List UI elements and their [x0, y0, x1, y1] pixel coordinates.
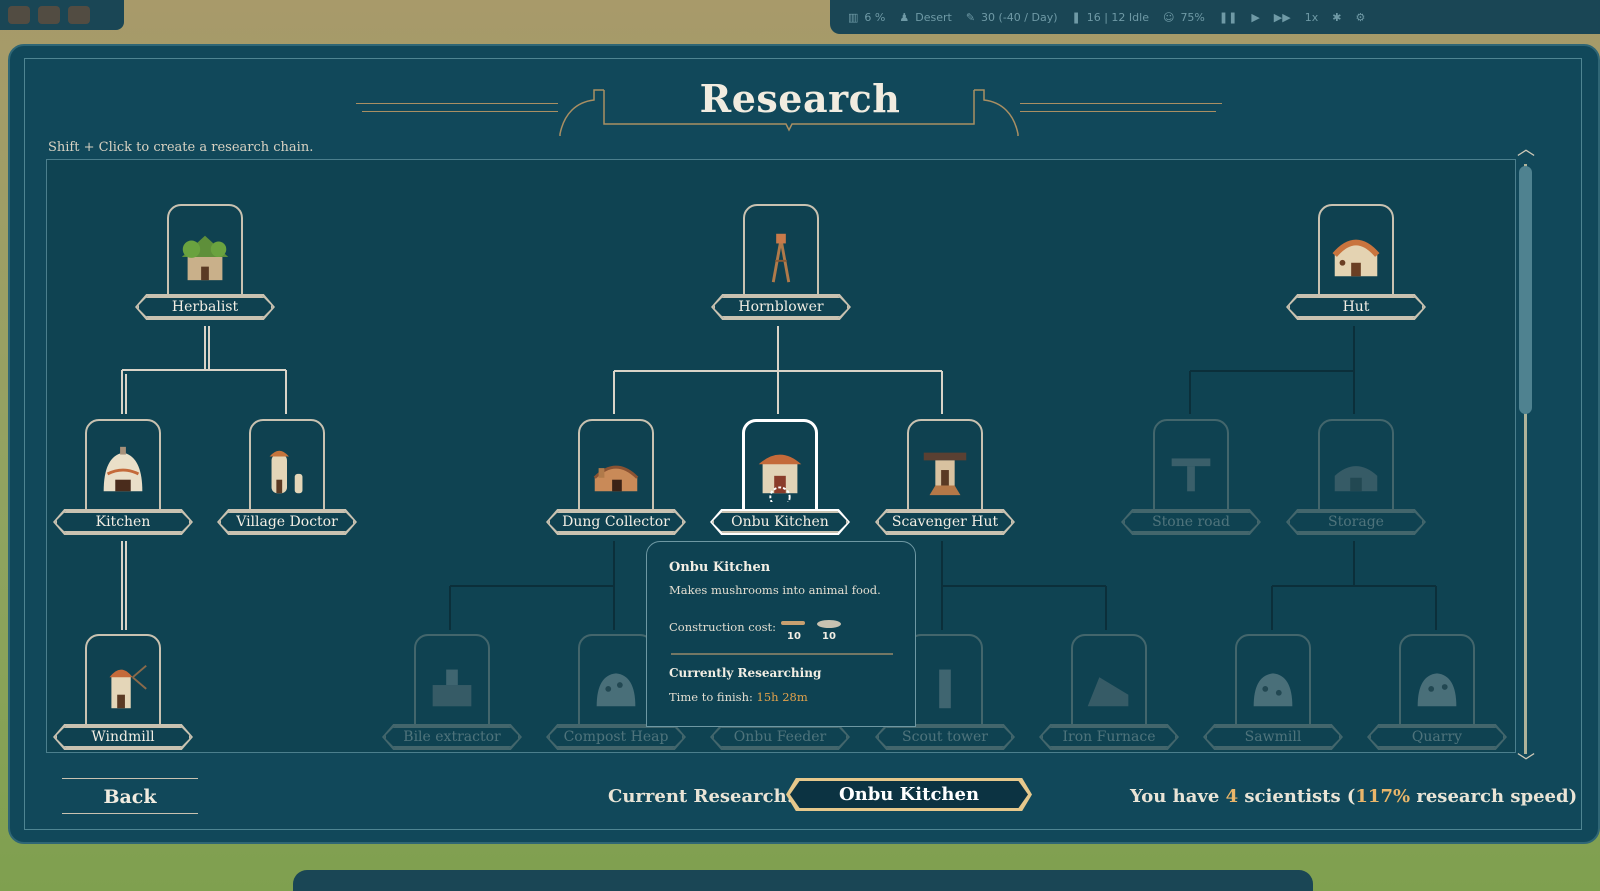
- research-node-storage[interactable]: Storage: [1286, 419, 1426, 545]
- quarry-icon: [1417, 673, 1457, 707]
- scout-tower-label: Scout tower: [877, 726, 1013, 748]
- research-node-windmill[interactable]: Windmill: [53, 634, 193, 760]
- research-node-stone-road[interactable]: Stone road: [1121, 419, 1261, 545]
- hornblower-tower-icon: [771, 233, 791, 283]
- tooltip-status: Currently Researching: [669, 666, 822, 680]
- research-node-hut[interactable]: Hut: [1286, 204, 1426, 330]
- compost-heap-label: Compost Heap: [548, 726, 684, 748]
- research-node-village-doctor[interactable]: Village Doctor: [217, 419, 357, 545]
- kitchen-card: [85, 419, 161, 523]
- scavenger-hut-card: [907, 419, 983, 523]
- bile-extractor-building-icon: [432, 669, 472, 707]
- sawmill-label: Sawmill: [1205, 726, 1341, 748]
- hut-card: [1318, 204, 1394, 308]
- scroll-down-arrow-icon[interactable]: ﹀: [1516, 754, 1536, 772]
- storage-building-icon: [1334, 466, 1378, 492]
- research-node-onbu-kitchen[interactable]: Onbu Kitchen: [710, 419, 850, 545]
- herbalist-label: Herbalist: [137, 296, 273, 318]
- scientists-word: scientists (: [1244, 786, 1356, 807]
- current-research-label: Current Research:: [608, 786, 794, 807]
- onbu-kitchen-building-icon: [758, 454, 802, 502]
- tooltip-title: Onbu Kitchen: [669, 560, 771, 575]
- cost-stone: 10: [812, 616, 846, 644]
- windmill-label: Windmill: [55, 726, 191, 748]
- kitchen-building-icon: [103, 446, 143, 492]
- tooltip-time-label: Time to finish:: [669, 690, 753, 704]
- scientists-prefix: You have: [1130, 786, 1220, 807]
- sawmill-card: [1235, 634, 1311, 738]
- tooltip-time-value: 15h 28m: [756, 690, 808, 704]
- cost-wood-value: 10: [787, 631, 801, 642]
- storage-label: Storage: [1288, 511, 1424, 533]
- village-doctor-building-icon: [269, 450, 303, 494]
- research-node-kitchen[interactable]: Kitchen: [53, 419, 193, 545]
- back-button[interactable]: Back: [62, 778, 198, 814]
- scavenger-hut-label: Scavenger Hut: [877, 511, 1013, 533]
- scout-tower-card: [907, 634, 983, 738]
- scientists-info: You have 4 scientists (117% research spe…: [1130, 786, 1577, 807]
- scout-tower-icon: [939, 669, 951, 709]
- bile-extractor-card: [414, 634, 490, 738]
- stone-slab-icon: [817, 620, 841, 628]
- stone-road-label: Stone road: [1123, 511, 1259, 533]
- scroll-up-arrow-icon[interactable]: ︿: [1516, 141, 1536, 159]
- hut-building-icon: [1332, 239, 1380, 277]
- dung-collector-card: [578, 419, 654, 523]
- current-research-value[interactable]: Onbu Kitchen: [790, 781, 1028, 808]
- quarry-card: [1399, 634, 1475, 738]
- scrollbar-thumb[interactable]: [1519, 166, 1532, 414]
- research-speed-suffix: research speed): [1416, 786, 1578, 807]
- iron-furnace-icon: [1087, 677, 1129, 707]
- kitchen-label: Kitchen: [55, 511, 191, 533]
- hornblower-label: Hornblower: [713, 296, 849, 318]
- onbu-kitchen-label: Onbu Kitchen: [712, 511, 848, 533]
- windmill-card: [85, 634, 161, 738]
- research-speed-value: 117%: [1355, 786, 1411, 807]
- scientists-count: 4: [1225, 786, 1239, 807]
- iron-furnace-card: [1071, 634, 1147, 738]
- cost-wood: 10: [777, 616, 811, 644]
- bile-extractor-label: Bile extractor: [384, 726, 520, 748]
- village-doctor-label: Village Doctor: [219, 511, 355, 533]
- research-node-bile-extractor[interactable]: Bile extractor: [382, 634, 522, 760]
- stone-road-card: [1153, 419, 1229, 523]
- research-node-hornblower[interactable]: Hornblower: [711, 204, 851, 330]
- iron-furnace-label: Iron Furnace: [1041, 726, 1177, 748]
- dung-collector-label: Dung Collector: [548, 511, 684, 533]
- compost-heap-icon: [596, 673, 636, 707]
- research-node-sawmill[interactable]: Sawmill: [1203, 634, 1343, 760]
- tooltip-cost-label: Construction cost:: [669, 620, 777, 634]
- cost-stone-value: 10: [822, 631, 836, 642]
- scavenger-hut-building-icon: [923, 452, 967, 496]
- research-node-herbalist[interactable]: Herbalist: [135, 204, 275, 330]
- research-node-dung-collector[interactable]: Dung Collector: [546, 419, 686, 545]
- herbalist-card: [167, 204, 243, 308]
- research-tooltip: Onbu Kitchen Makes mushrooms into animal…: [646, 541, 916, 727]
- herbalist-building-icon: [181, 235, 229, 281]
- tooltip-time-row: Time to finish: 15h 28m: [669, 690, 808, 704]
- onbu-feeder-label: Onbu Feeder: [712, 726, 848, 748]
- research-node-quarry[interactable]: Quarry: [1367, 634, 1507, 760]
- research-node-scavenger-hut[interactable]: Scavenger Hut: [875, 419, 1015, 545]
- wood-plank-icon: [781, 621, 805, 625]
- compost-heap-card: [578, 634, 654, 738]
- research-node-iron-furnace[interactable]: Iron Furnace: [1039, 634, 1179, 760]
- storage-card: [1318, 419, 1394, 523]
- hut-label: Hut: [1288, 296, 1424, 318]
- dung-collector-building-icon: [593, 465, 639, 492]
- hornblower-card: [743, 204, 819, 308]
- windmill-building-icon: [109, 664, 147, 709]
- quarry-label: Quarry: [1369, 726, 1505, 748]
- tooltip-description: Makes mushrooms into animal food.: [669, 583, 881, 597]
- village-doctor-card: [249, 419, 325, 523]
- sawmill-icon: [1253, 673, 1293, 707]
- tooltip-divider: [671, 653, 893, 655]
- onbu-kitchen-card: [742, 419, 818, 523]
- stone-road-icon: [1171, 458, 1211, 492]
